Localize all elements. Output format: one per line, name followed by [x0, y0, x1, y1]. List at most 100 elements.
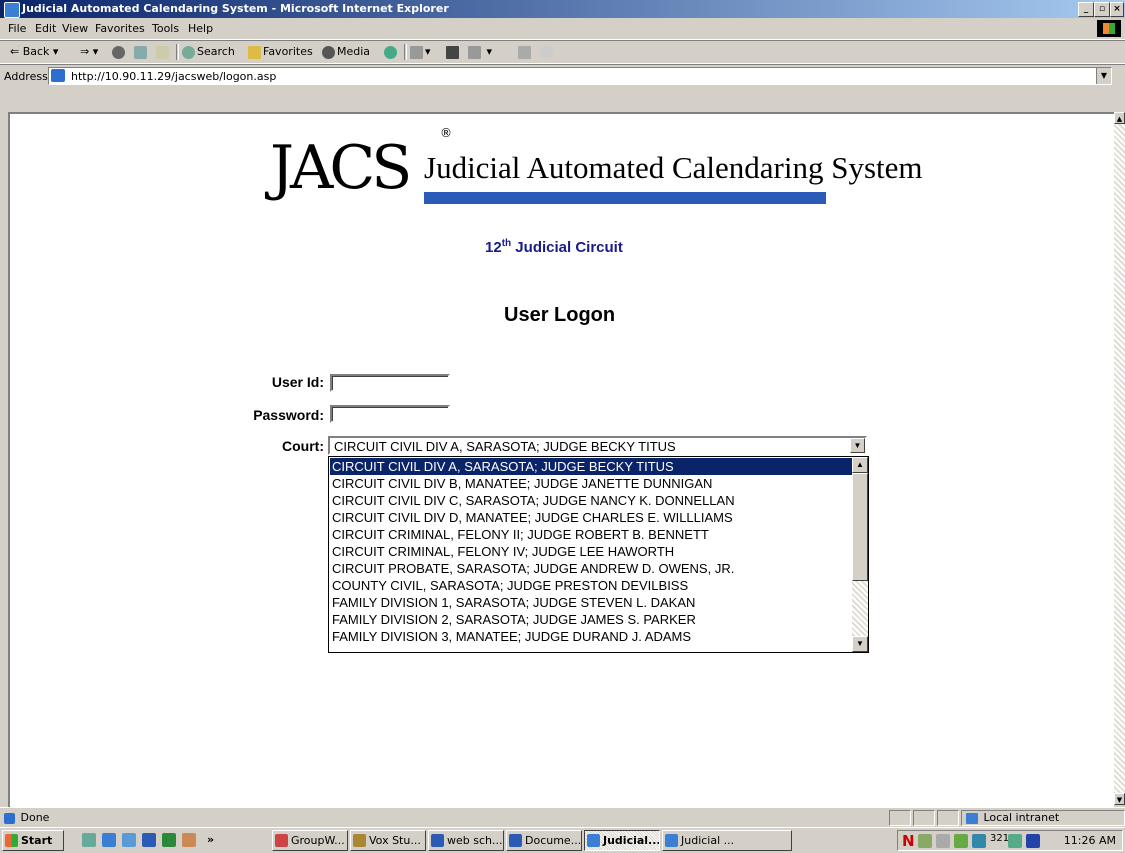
- search-label: Search: [197, 45, 235, 58]
- tray-icon[interactable]: [1026, 834, 1040, 848]
- task-button[interactable]: Docume...: [506, 830, 582, 851]
- vox-icon: [353, 834, 366, 847]
- mail-icon: [410, 45, 423, 59]
- court-option[interactable]: CIRCUIT CIVIL DIV B, MANATEE; JUDGE JANE…: [330, 475, 852, 492]
- refresh-icon[interactable]: [134, 45, 149, 59]
- task-button[interactable]: GroupW...: [272, 830, 348, 851]
- quicklaunch-outlook-icon[interactable]: [122, 833, 136, 847]
- mail-button[interactable]: ▾: [410, 45, 431, 59]
- ie-icon[interactable]: [4, 2, 20, 18]
- stop-icon[interactable]: [112, 45, 127, 59]
- media-button[interactable]: Media: [322, 45, 370, 59]
- court-option[interactable]: CIRCUIT PROBATE, SARASOTA; JUDGE ANDREW …: [330, 560, 852, 577]
- court-option[interactable]: FAMILY DIVISION 3, MANATEE; JUDGE DURAND…: [330, 628, 852, 645]
- court-option[interactable]: FAMILY DIVISION 1, SARASOTA; JUDGE STEVE…: [330, 594, 852, 611]
- toolbar: ⇐ Back ▾ ⇒ ▾ Search Favorites Media ▾ ▾: [0, 40, 1125, 64]
- clock[interactable]: 11:26 AM: [1064, 834, 1116, 847]
- quicklaunch-desktop-icon[interactable]: [82, 833, 96, 847]
- menu-tools[interactable]: Tools: [152, 22, 179, 35]
- search-button[interactable]: Search: [182, 45, 235, 59]
- task-label: GroupW...: [291, 834, 345, 847]
- userid-label: User Id:: [271, 374, 324, 390]
- court-label: Court:: [282, 438, 324, 454]
- list-scroll-thumb[interactable]: [852, 473, 868, 581]
- logo-bar: [424, 192, 826, 204]
- court-select[interactable]: CIRCUIT CIVIL DIV A, SARASOTA; JUDGE BEC…: [328, 436, 867, 455]
- tray-icon[interactable]: [972, 834, 986, 848]
- quicklaunch-ie-icon[interactable]: [102, 833, 116, 847]
- address-input[interactable]: http://10.90.11.29/jacsweb/logon.asp ▼: [48, 67, 1112, 85]
- media-icon: [322, 45, 335, 59]
- address-dropdown-button[interactable]: ▼: [1096, 68, 1111, 84]
- task-button-active[interactable]: Judicial...: [584, 830, 660, 851]
- list-scroll-up-icon[interactable]: ▲: [852, 457, 868, 473]
- address-label: Address: [4, 70, 48, 83]
- tray-icon[interactable]: [1008, 834, 1022, 848]
- menu-favorites[interactable]: Favorites: [95, 22, 145, 35]
- menu-view[interactable]: View: [62, 22, 88, 35]
- edit-word-button[interactable]: ▾: [468, 45, 492, 59]
- task-button[interactable]: Judicial ...: [662, 830, 792, 851]
- status-bar: Done Local intranet: [0, 807, 1125, 828]
- password-input[interactable]: [330, 405, 450, 423]
- quicklaunch-more-icon[interactable]: »: [207, 833, 214, 846]
- close-button[interactable]: ×: [1110, 2, 1124, 17]
- court-option[interactable]: CIRCUIT CRIMINAL, FELONY IV; JUDGE LEE H…: [330, 543, 852, 560]
- forward-arrow-icon: ⇒: [80, 45, 90, 58]
- court-option[interactable]: CIRCUIT CIVIL DIV A, SARASOTA; JUDGE BEC…: [330, 458, 852, 475]
- back-arrow-icon: ⇐: [10, 45, 20, 58]
- ie-page-icon: [4, 812, 15, 824]
- messenger-icon[interactable]: [540, 45, 555, 59]
- start-label: Start: [21, 834, 53, 847]
- tray-icon[interactable]: [954, 834, 968, 848]
- menu-bar: File Edit View Favorites Tools Help: [0, 18, 1125, 40]
- volume-icon[interactable]: [936, 834, 950, 848]
- quicklaunch-word-icon[interactable]: [142, 833, 156, 847]
- court-option[interactable]: COUNTY CIVIL, SARASOTA; JUDGE PRESTON DE…: [330, 577, 852, 594]
- restore-button[interactable]: ▫: [1094, 2, 1110, 17]
- word-icon: [509, 834, 522, 847]
- scroll-down-arrow-icon[interactable]: ▼: [1114, 793, 1125, 805]
- task-button[interactable]: Vox Stu...: [350, 830, 426, 851]
- task-label: Docume...: [525, 834, 582, 847]
- task-label: Vox Stu...: [369, 834, 421, 847]
- system-tray: N 321 11:26 AM: [897, 830, 1123, 851]
- norton-icon[interactable]: N: [902, 832, 915, 850]
- list-scroll-down-icon[interactable]: ▼: [852, 636, 868, 652]
- chevron-down-icon[interactable]: ▼: [850, 438, 865, 453]
- menu-help[interactable]: Help: [188, 22, 213, 35]
- court-option[interactable]: FAMILY DIVISION 2, SARASOTA; JUDGE JAMES…: [330, 611, 852, 628]
- userid-input[interactable]: [330, 374, 450, 392]
- logo-subtitle: Judicial Automated Calendaring System: [424, 150, 923, 185]
- password-label: Password:: [253, 407, 324, 423]
- menu-file[interactable]: File: [8, 22, 26, 35]
- vertical-scrollbar[interactable]: ▲ ▼: [1114, 112, 1125, 805]
- minimize-button[interactable]: _: [1078, 2, 1094, 17]
- print-icon[interactable]: [446, 45, 461, 59]
- court-dropdown-list[interactable]: CIRCUIT CIVIL DIV A, SARASOTA; JUDGE BEC…: [328, 456, 869, 653]
- tray-icon[interactable]: [918, 834, 932, 848]
- court-option[interactable]: CIRCUIT CRIMINAL, FELONY II; JUDGE ROBER…: [330, 526, 852, 543]
- start-button[interactable]: Start: [2, 830, 64, 851]
- taskbar: Start » GroupW... Vox Stu... web sch... …: [0, 827, 1125, 853]
- list-scrollbar[interactable]: ▲ ▼: [852, 457, 868, 652]
- menu-edit[interactable]: Edit: [35, 22, 56, 35]
- favorites-button[interactable]: Favorites: [248, 45, 313, 59]
- history-icon[interactable]: [384, 45, 399, 59]
- court-option[interactable]: CIRCUIT CIVIL DIV D, MANATEE; JUDGE CHAR…: [330, 509, 852, 526]
- court-option[interactable]: CIRCUIT CIVIL DIV C, SARASOTA; JUDGE NAN…: [330, 492, 852, 509]
- forward-button[interactable]: ⇒ ▾: [80, 45, 98, 58]
- circuit-suffix: th: [501, 238, 512, 249]
- scroll-up-arrow-icon[interactable]: ▲: [1114, 112, 1125, 124]
- quicklaunch-excel-icon[interactable]: [162, 833, 176, 847]
- ie-icon: [587, 834, 600, 847]
- favorites-icon: [248, 45, 261, 59]
- quicklaunch-app-icon[interactable]: [182, 833, 196, 847]
- tray-number: 321: [990, 833, 1010, 844]
- back-button[interactable]: ⇐ Back ▾: [10, 45, 58, 58]
- jacs-logo: JACS: [270, 133, 412, 203]
- media-label: Media: [337, 45, 371, 58]
- home-icon[interactable]: [156, 45, 171, 59]
- discuss-icon[interactable]: [518, 45, 533, 59]
- task-button[interactable]: web sch...: [428, 830, 504, 851]
